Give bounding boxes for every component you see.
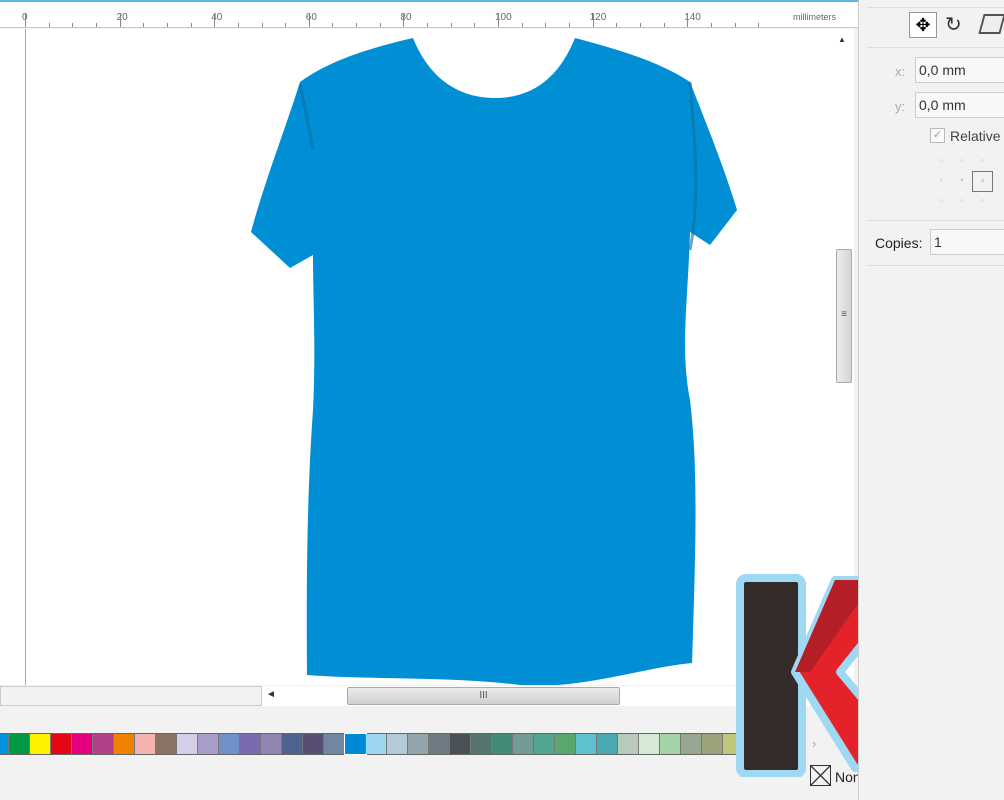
color-swatch[interactable] [114, 734, 135, 754]
ruler-tick [545, 23, 547, 27]
color-swatch[interactable] [534, 734, 555, 754]
horizontal-scroll-thumb[interactable]: III [347, 687, 620, 705]
ruler-tick [119, 13, 121, 27]
ruler-tick [450, 23, 452, 27]
ruler-tick [687, 13, 689, 27]
ruler-tick [663, 23, 665, 27]
ruler-tick [498, 13, 499, 27]
color-swatch[interactable] [576, 734, 597, 754]
ruler-tick [734, 23, 736, 27]
color-swatch[interactable] [219, 734, 240, 754]
copies-label: Copies: [875, 235, 923, 251]
color-swatch[interactable] [344, 733, 367, 755]
ruler-tick [332, 23, 334, 27]
color-swatch[interactable] [198, 734, 219, 754]
color-swatch[interactable] [177, 734, 198, 754]
page-tabs[interactable] [0, 686, 262, 706]
scroll-up-icon[interactable]: ▲ [838, 35, 846, 44]
color-swatch[interactable] [681, 734, 702, 754]
color-swatch[interactable] [366, 734, 387, 754]
relative-checkbox[interactable]: ✓ [930, 128, 945, 143]
ruler-tick [639, 23, 641, 27]
ruler-tick [592, 13, 594, 27]
transform-panel: ✥ ↻ x: 0,0 mm y: 0,0 mm ✓ Relative ▫ ▫ ▫ ▫ ▪… [858, 0, 1004, 800]
drawing-canvas[interactable] [0, 29, 834, 686]
ruler-tick [356, 23, 358, 27]
color-swatch[interactable] [408, 734, 429, 754]
ruler-tick [95, 23, 97, 27]
color-swatch[interactable] [240, 734, 261, 754]
ruler-tick-label: 20 [116, 12, 128, 23]
ruler-unit: millimeters [793, 12, 837, 22]
ruler-tick [25, 13, 26, 27]
anchor-grid[interactable]: ▫ ▫ ▫ ▫ ▪ ▫ ▫ ▫ ▫ [931, 152, 993, 210]
ruler-tick [261, 23, 263, 27]
color-swatch[interactable] [429, 734, 450, 754]
ruler-tick [616, 23, 618, 27]
color-swatch[interactable] [513, 734, 534, 754]
color-swatch[interactable] [93, 734, 114, 754]
rotate-icon[interactable]: ↻ [945, 12, 962, 37]
relative-label: Relative [950, 128, 1001, 144]
color-swatch[interactable] [639, 734, 660, 754]
color-swatch[interactable] [555, 734, 576, 754]
skew-icon[interactable] [978, 14, 1004, 34]
guideline [25, 29, 26, 685]
color-swatch[interactable] [450, 734, 471, 754]
color-swatch[interactable] [156, 734, 177, 754]
color-swatch[interactable] [597, 734, 618, 754]
scroll-left-icon[interactable]: ◄ [266, 689, 276, 700]
tshirt-shape[interactable] [0, 29, 834, 686]
copies-input[interactable]: 1 [930, 229, 1004, 255]
x-position-input[interactable]: 0,0 mm [915, 57, 1004, 83]
y-label: y: [895, 99, 906, 114]
ruler-tick [403, 13, 405, 27]
ruler-tick-label: 40 [211, 12, 223, 23]
ruler-tick [214, 13, 216, 27]
ruler-tick [48, 23, 50, 27]
color-swatch[interactable] [324, 734, 345, 754]
color-swatch[interactable] [9, 734, 30, 754]
status-bar: None [0, 756, 868, 796]
color-swatch[interactable] [261, 734, 282, 754]
tshirt-body [251, 38, 737, 686]
ruler-tick [379, 23, 381, 27]
ruler-tick [190, 23, 192, 27]
color-swatch[interactable] [492, 734, 513, 754]
x-label: x: [895, 64, 906, 79]
ruler-tick [237, 23, 239, 27]
ruler-tick [308, 13, 310, 27]
color-swatch[interactable] [72, 734, 93, 754]
color-swatch[interactable] [303, 734, 324, 754]
color-swatch[interactable] [471, 734, 492, 754]
color-swatch[interactable] [0, 734, 9, 754]
color-swatch[interactable] [660, 734, 681, 754]
ruler-tick-label: 60 [305, 12, 317, 23]
y-position-input[interactable]: 0,0 mm [915, 92, 1004, 118]
color-swatch[interactable] [51, 734, 72, 754]
color-swatch[interactable] [387, 734, 408, 754]
color-swatch[interactable] [30, 734, 51, 754]
ruler-tick [166, 23, 168, 27]
ruler-tick-label: 80 [400, 12, 412, 23]
ruler-tick [72, 23, 74, 27]
color-swatch[interactable] [282, 734, 303, 754]
position-transform-icon[interactable]: ✥ [909, 12, 937, 38]
ruler-tick [758, 23, 760, 27]
horizontal-ruler: 020406080100120140 millimeters [0, 0, 858, 28]
ruler-tick [521, 23, 523, 27]
ruler-tick [710, 23, 712, 27]
color-swatch[interactable] [618, 734, 639, 754]
ruler-tick [568, 23, 570, 27]
ruler-tick [427, 23, 429, 27]
horizontal-scrollbar[interactable]: ◄ III [0, 686, 858, 706]
ruler-tick [474, 23, 476, 27]
vertical-scroll-thumb[interactable]: ≡ [836, 249, 852, 383]
ruler-tick [285, 23, 287, 27]
ruler-tick [143, 23, 145, 27]
color-palette[interactable] [0, 733, 765, 755]
color-swatch[interactable] [135, 734, 156, 754]
color-swatch[interactable] [702, 734, 723, 754]
